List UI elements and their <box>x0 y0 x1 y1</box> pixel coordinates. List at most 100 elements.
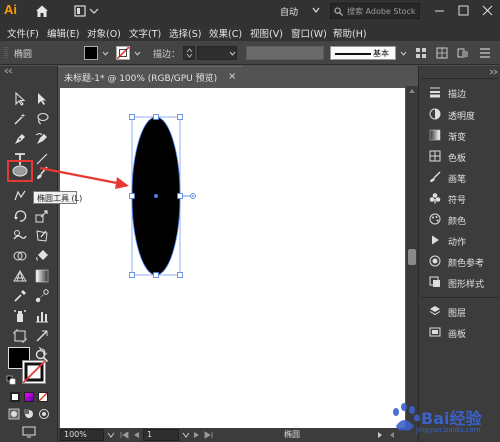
artboard-number-input[interactable]: 1 <box>143 429 179 441</box>
live-paint-bucket-icon[interactable] <box>34 248 50 264</box>
scale-tool-icon[interactable] <box>34 208 50 224</box>
shape-builder-tool-icon[interactable] <box>12 248 28 264</box>
menu-object[interactable]: 对象(O) <box>87 26 121 40</box>
paintbrush-tool-icon[interactable] <box>34 165 50 181</box>
scroll-thumb[interactable] <box>408 249 416 265</box>
chevron-down-icon[interactable] <box>182 431 190 439</box>
magic-wand-tool-icon[interactable] <box>12 111 28 127</box>
none-mode-button[interactable] <box>38 392 48 402</box>
artboard-tool-icon[interactable] <box>12 328 28 344</box>
tool-highlight-box <box>7 160 33 182</box>
panel-symbols[interactable]: 符号 <box>419 189 500 208</box>
search-icon <box>334 7 343 16</box>
workspace-switcher-icon[interactable] <box>74 4 102 18</box>
menu-select[interactable]: 选择(S) <box>169 26 201 40</box>
panel-color-guide[interactable]: 颜色参考 <box>419 252 500 271</box>
close-window-icon[interactable] <box>475 0 500 22</box>
eyedropper-tool-icon[interactable] <box>12 288 28 304</box>
column-graph-tool-icon[interactable] <box>34 308 50 324</box>
previous-artboard-icon[interactable] <box>132 431 140 439</box>
isolate-icon[interactable] <box>456 46 470 60</box>
menu-file[interactable]: 文件(F) <box>7 26 39 40</box>
transform-icon[interactable] <box>435 46 449 60</box>
chevron-down-icon[interactable] <box>102 50 109 57</box>
panel-layers[interactable]: 图层 <box>419 302 500 321</box>
workspace-mode-label[interactable]: 自动 <box>280 5 298 18</box>
panel-menu-icon[interactable] <box>478 46 492 60</box>
grip-icon[interactable] <box>4 46 8 60</box>
rotate-tool-icon[interactable] <box>12 208 28 224</box>
brush-definition-select[interactable]: 基本 <box>330 46 396 60</box>
variable-width-profile[interactable] <box>246 46 324 60</box>
status-menu-arrow-icon[interactable] <box>376 431 384 439</box>
stroke-weight-stepper[interactable] <box>183 46 195 60</box>
free-transform-tool-icon[interactable] <box>34 228 50 244</box>
panel-stroke[interactable]: 描边 <box>419 83 500 102</box>
slice-tool-icon[interactable] <box>34 328 50 344</box>
collapse-toolbar-icon[interactable] <box>4 68 54 74</box>
panel-actions[interactable]: 动作 <box>419 231 500 250</box>
vertical-scrollbar[interactable] <box>406 86 418 428</box>
panel-artboards[interactable]: 画板 <box>419 323 500 342</box>
panel-gradient[interactable]: 渐变 <box>419 126 500 145</box>
menu-edit[interactable]: 编辑(E) <box>47 26 79 40</box>
draw-inside-icon[interactable] <box>38 408 50 420</box>
fill-swatch[interactable] <box>84 46 98 60</box>
warp-tool-icon[interactable] <box>12 228 28 244</box>
document-tab[interactable]: 未标题-1* @ 100% (RGB/GPU 预览) × <box>58 66 242 86</box>
draw-normal-icon[interactable] <box>8 408 20 420</box>
stroke-color-swatch[interactable] <box>22 360 46 384</box>
last-artboard-icon[interactable] <box>203 431 213 439</box>
panel-graphic-styles[interactable]: 图形样式 <box>419 273 500 292</box>
center-point <box>154 194 158 198</box>
chevron-down-icon[interactable] <box>400 50 407 57</box>
panel-transparency[interactable]: 透明度 <box>419 105 500 124</box>
panel-color[interactable]: 颜色 <box>419 210 500 229</box>
chevron-down-icon[interactable] <box>312 6 320 14</box>
pen-tool-icon[interactable] <box>12 131 28 147</box>
menu-help[interactable]: 帮助(H) <box>333 26 367 40</box>
maximize-icon[interactable] <box>451 0 476 22</box>
chevron-down-icon[interactable] <box>107 431 115 439</box>
stroke-swatch[interactable] <box>116 46 130 60</box>
panel-brushes[interactable]: 画笔 <box>419 168 500 187</box>
stock-search-input[interactable]: 搜索 Adobe Stock <box>330 3 420 19</box>
draw-behind-icon[interactable] <box>23 408 35 420</box>
canvas-layer[interactable] <box>58 86 406 428</box>
collapse-panels-icon[interactable] <box>489 69 499 75</box>
minimize-icon[interactable] <box>427 0 452 22</box>
align-icon[interactable] <box>414 46 428 60</box>
menu-view[interactable]: 视图(V) <box>250 26 283 40</box>
symbol-sprayer-tool-icon[interactable] <box>12 308 28 324</box>
menu-type[interactable]: 文字(T) <box>129 26 161 40</box>
none-icon <box>39 393 47 401</box>
scroll-up-icon[interactable] <box>408 88 416 94</box>
first-artboard-icon[interactable] <box>120 431 130 439</box>
default-colors-icon[interactable] <box>6 375 16 385</box>
perspective-grid-tool-icon[interactable] <box>12 268 28 284</box>
blend-tool-icon[interactable] <box>34 288 50 304</box>
menu-effect[interactable]: 效果(C) <box>209 26 242 40</box>
selection-tool-icon[interactable] <box>12 91 28 107</box>
screen-mode-icon[interactable] <box>22 426 36 438</box>
shaper-tool-icon[interactable] <box>12 188 28 204</box>
lasso-tool-icon[interactable] <box>34 111 50 127</box>
close-tab-icon[interactable]: × <box>228 71 236 82</box>
gradient-tool-icon[interactable] <box>34 268 50 284</box>
direct-selection-tool-icon[interactable] <box>34 91 50 107</box>
home-icon[interactable] <box>35 4 49 18</box>
chevron-down-icon[interactable] <box>134 50 141 57</box>
control-bar: 椭圆 描边： 基本 <box>0 41 500 65</box>
transparency-icon <box>429 108 441 120</box>
stroke-weight-label: 描边： <box>153 50 181 60</box>
color-mode-button[interactable] <box>10 392 20 402</box>
panel-swatches[interactable]: 色板 <box>419 147 500 166</box>
menu-window[interactable]: 窗口(W) <box>291 26 327 40</box>
swap-colors-icon[interactable] <box>38 346 48 356</box>
no-stroke-icon <box>117 47 129 59</box>
zoom-select[interactable]: 100% <box>60 429 104 441</box>
gradient-mode-button[interactable] <box>24 392 34 402</box>
chevron-down-icon[interactable] <box>229 50 236 57</box>
next-artboard-icon[interactable] <box>193 431 201 439</box>
curvature-tool-icon[interactable] <box>34 131 50 147</box>
